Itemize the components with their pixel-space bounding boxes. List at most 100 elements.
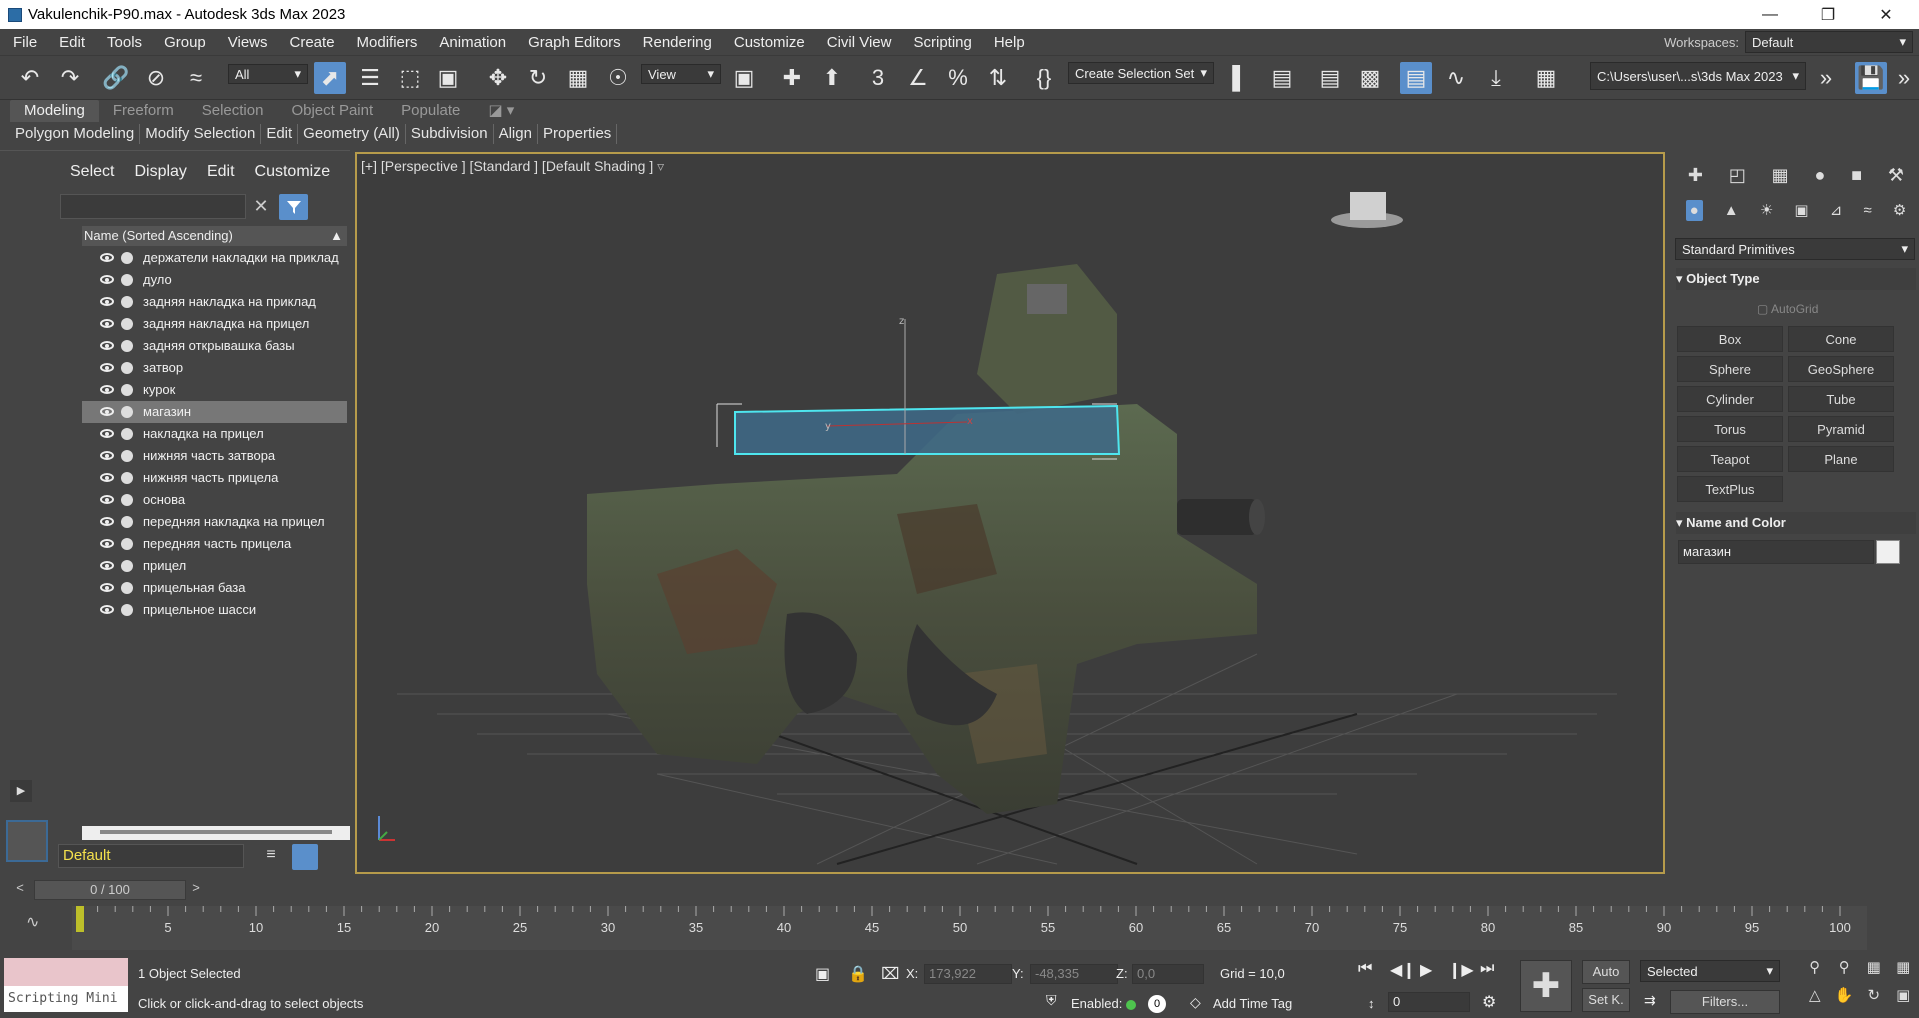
layer-manager-icon[interactable] — [292, 844, 318, 870]
material-editor-icon[interactable]: ▦ — [1530, 62, 1562, 94]
scene-list-item[interactable]: держатели накладки на приклад — [82, 247, 347, 269]
visibility-eye-icon[interactable] — [100, 275, 114, 284]
key-filter-dropdown[interactable]: Selected ▾ — [1640, 960, 1780, 982]
placement-icon[interactable]: ☉ — [602, 62, 634, 94]
y-coordinate-field[interactable]: -48,335 — [1030, 964, 1118, 984]
menu-graph-editors[interactable]: Graph Editors — [517, 34, 632, 51]
visibility-eye-icon[interactable] — [100, 253, 114, 262]
visibility-eye-icon[interactable] — [100, 385, 114, 394]
auto-key-button[interactable]: Auto — [1582, 960, 1630, 984]
rotate-icon[interactable]: ↻ — [522, 62, 554, 94]
time-configuration-icon[interactable]: ⚙ — [1482, 992, 1496, 1012]
redo-icon[interactable]: ↷ — [54, 62, 86, 94]
zoom-icon[interactable]: ⚲ — [1800, 958, 1830, 986]
menu-animation[interactable]: Animation — [428, 34, 517, 51]
visibility-eye-icon[interactable] — [100, 473, 114, 482]
zoom-extents-all-icon[interactable]: ▦ — [1889, 958, 1919, 986]
visibility-eye-icon[interactable] — [100, 561, 114, 570]
geometry-category-icon[interactable]: ● — [1685, 199, 1703, 221]
ribbon-tab-selection[interactable]: Selection — [188, 100, 278, 122]
scene-list-item[interactable]: прицел — [82, 555, 347, 577]
key-filters-button[interactable]: Filters... — [1670, 990, 1780, 1014]
motion-tab-icon[interactable]: ● — [1815, 165, 1826, 186]
ribbon-panel-properties[interactable]: Properties — [538, 124, 618, 144]
current-frame-marker[interactable] — [76, 906, 84, 932]
workspaces-dropdown[interactable]: Default ▾ — [1745, 31, 1913, 53]
maximize-icon[interactable]: ❐ — [1799, 0, 1857, 29]
named-selection-set-dropdown[interactable]: Create Selection Set ▾ — [1068, 62, 1214, 84]
menu-create[interactable]: Create — [279, 34, 346, 51]
selection-filter-dropdown[interactable]: All ▾ — [228, 64, 308, 84]
freeze-toggle-icon[interactable] — [121, 384, 133, 396]
timeline-track[interactable]: 0510152025303540455055606570758085909510… — [72, 906, 1867, 950]
zoom-extents-icon[interactable]: ▦ — [1859, 958, 1889, 986]
menu-file[interactable]: File — [2, 34, 48, 51]
create-pyramid-button[interactable]: Pyramid — [1788, 416, 1894, 442]
reference-coordinate-dropdown[interactable]: View ▾ — [641, 64, 721, 84]
freeze-toggle-icon[interactable] — [121, 252, 133, 264]
menu-edit[interactable]: Edit — [48, 34, 96, 51]
scene-list-item[interactable]: задняя открывашка базы — [82, 335, 347, 357]
scene-list-item[interactable]: нижняя часть затвора — [82, 445, 347, 467]
frame-spinner-arrows-icon[interactable]: ↕ — [1368, 996, 1375, 1011]
clear-search-icon[interactable]: ✕ — [251, 196, 271, 216]
ribbon-panel-align[interactable]: Align — [494, 124, 538, 144]
scene-list-item[interactable]: задняя накладка на прицел — [82, 313, 347, 335]
menu-group[interactable]: Group — [153, 34, 217, 51]
scene-list-item[interactable]: основа — [82, 489, 347, 511]
create-geosphere-button[interactable]: GeoSphere — [1788, 356, 1894, 382]
move-icon[interactable]: ✥ — [482, 62, 514, 94]
autogrid-checkbox[interactable]: ▢ AutoGrid — [1757, 302, 1818, 316]
schematic-view-icon[interactable]: ⤓ — [1480, 62, 1512, 94]
window-crossing-icon[interactable]: ▣ — [432, 62, 464, 94]
scene-list-item[interactable]: магазин — [82, 401, 347, 423]
freeze-toggle-icon[interactable] — [121, 494, 133, 506]
next-frame-icon[interactable]: > — [186, 880, 206, 900]
visibility-eye-icon[interactable] — [100, 495, 114, 504]
snaps-toggle-icon[interactable]: 3 — [862, 62, 894, 94]
primitive-category-dropdown[interactable]: Standard Primitives ▾ — [1675, 238, 1915, 260]
select-object-icon[interactable]: ⬈ — [314, 62, 346, 94]
maxscript-mini-input[interactable]: Scripting Mini — [4, 986, 128, 1012]
visibility-eye-icon[interactable] — [100, 517, 114, 526]
undo-icon[interactable]: ↶ — [14, 62, 46, 94]
maxscript-listener[interactable] — [4, 958, 128, 986]
horizontal-scrollbar[interactable] — [82, 826, 350, 840]
create-tab-icon[interactable]: ✚ — [1688, 165, 1703, 186]
systems-category-icon[interactable]: ⚙ — [1893, 201, 1906, 219]
spinner-snap-icon[interactable]: ⇅ — [982, 62, 1014, 94]
create-tube-button[interactable]: Tube — [1788, 386, 1894, 412]
menu-rendering[interactable]: Rendering — [632, 34, 723, 51]
angle-snap-icon[interactable]: ∠ — [902, 62, 934, 94]
utilities-tab-icon[interactable]: ⚒ — [1888, 165, 1904, 186]
freeze-toggle-icon[interactable] — [121, 274, 133, 286]
scene-list-item[interactable]: задняя накладка на приклад — [82, 291, 347, 313]
scene-list-item[interactable]: прицельное шасси — [82, 599, 347, 621]
spacewarps-category-icon[interactable]: ≈ — [1864, 202, 1872, 219]
ribbon-panel-subdivision[interactable]: Subdivision — [406, 124, 494, 144]
ribbon-panel-edit[interactable]: Edit — [261, 124, 299, 144]
toggle-ribbon-icon[interactable]: ▤ — [1400, 62, 1432, 94]
key-mode-icon[interactable]: ⇉ — [1644, 992, 1656, 1009]
ribbon-options-icon[interactable]: ◪ ▾ — [474, 100, 528, 122]
scene-list-item[interactable]: передняя накладка на прицел — [82, 511, 347, 533]
scene-list-item[interactable]: курок — [82, 379, 347, 401]
freeze-toggle-icon[interactable] — [121, 560, 133, 572]
scene-list-item[interactable]: дуло — [82, 269, 347, 291]
visibility-eye-icon[interactable] — [100, 429, 114, 438]
explorer-tab-select[interactable]: Select — [60, 163, 124, 181]
create-torus-button[interactable]: Torus — [1677, 416, 1783, 442]
scene-list-item[interactable]: затвор — [82, 357, 347, 379]
previous-frame-icon[interactable]: < — [10, 880, 30, 900]
modify-tab-icon[interactable]: ◰ — [1729, 165, 1746, 186]
ribbon-panel-geometry-all-[interactable]: Geometry (All) — [298, 124, 406, 144]
save-icon[interactable]: 💾 — [1855, 62, 1887, 94]
object-color-swatch[interactable] — [1876, 540, 1900, 564]
field-of-view-icon[interactable]: △ — [1800, 986, 1830, 1014]
layer-dropdown[interactable]: Default — [58, 844, 244, 868]
freeze-toggle-icon[interactable] — [121, 296, 133, 308]
orbit-icon[interactable]: ↻ — [1859, 986, 1889, 1014]
viewcube-icon[interactable] — [1331, 192, 1403, 228]
time-slider[interactable]: 0 / 100 — [34, 880, 186, 900]
goto-end-icon[interactable]: ⏭ — [1480, 960, 1494, 978]
